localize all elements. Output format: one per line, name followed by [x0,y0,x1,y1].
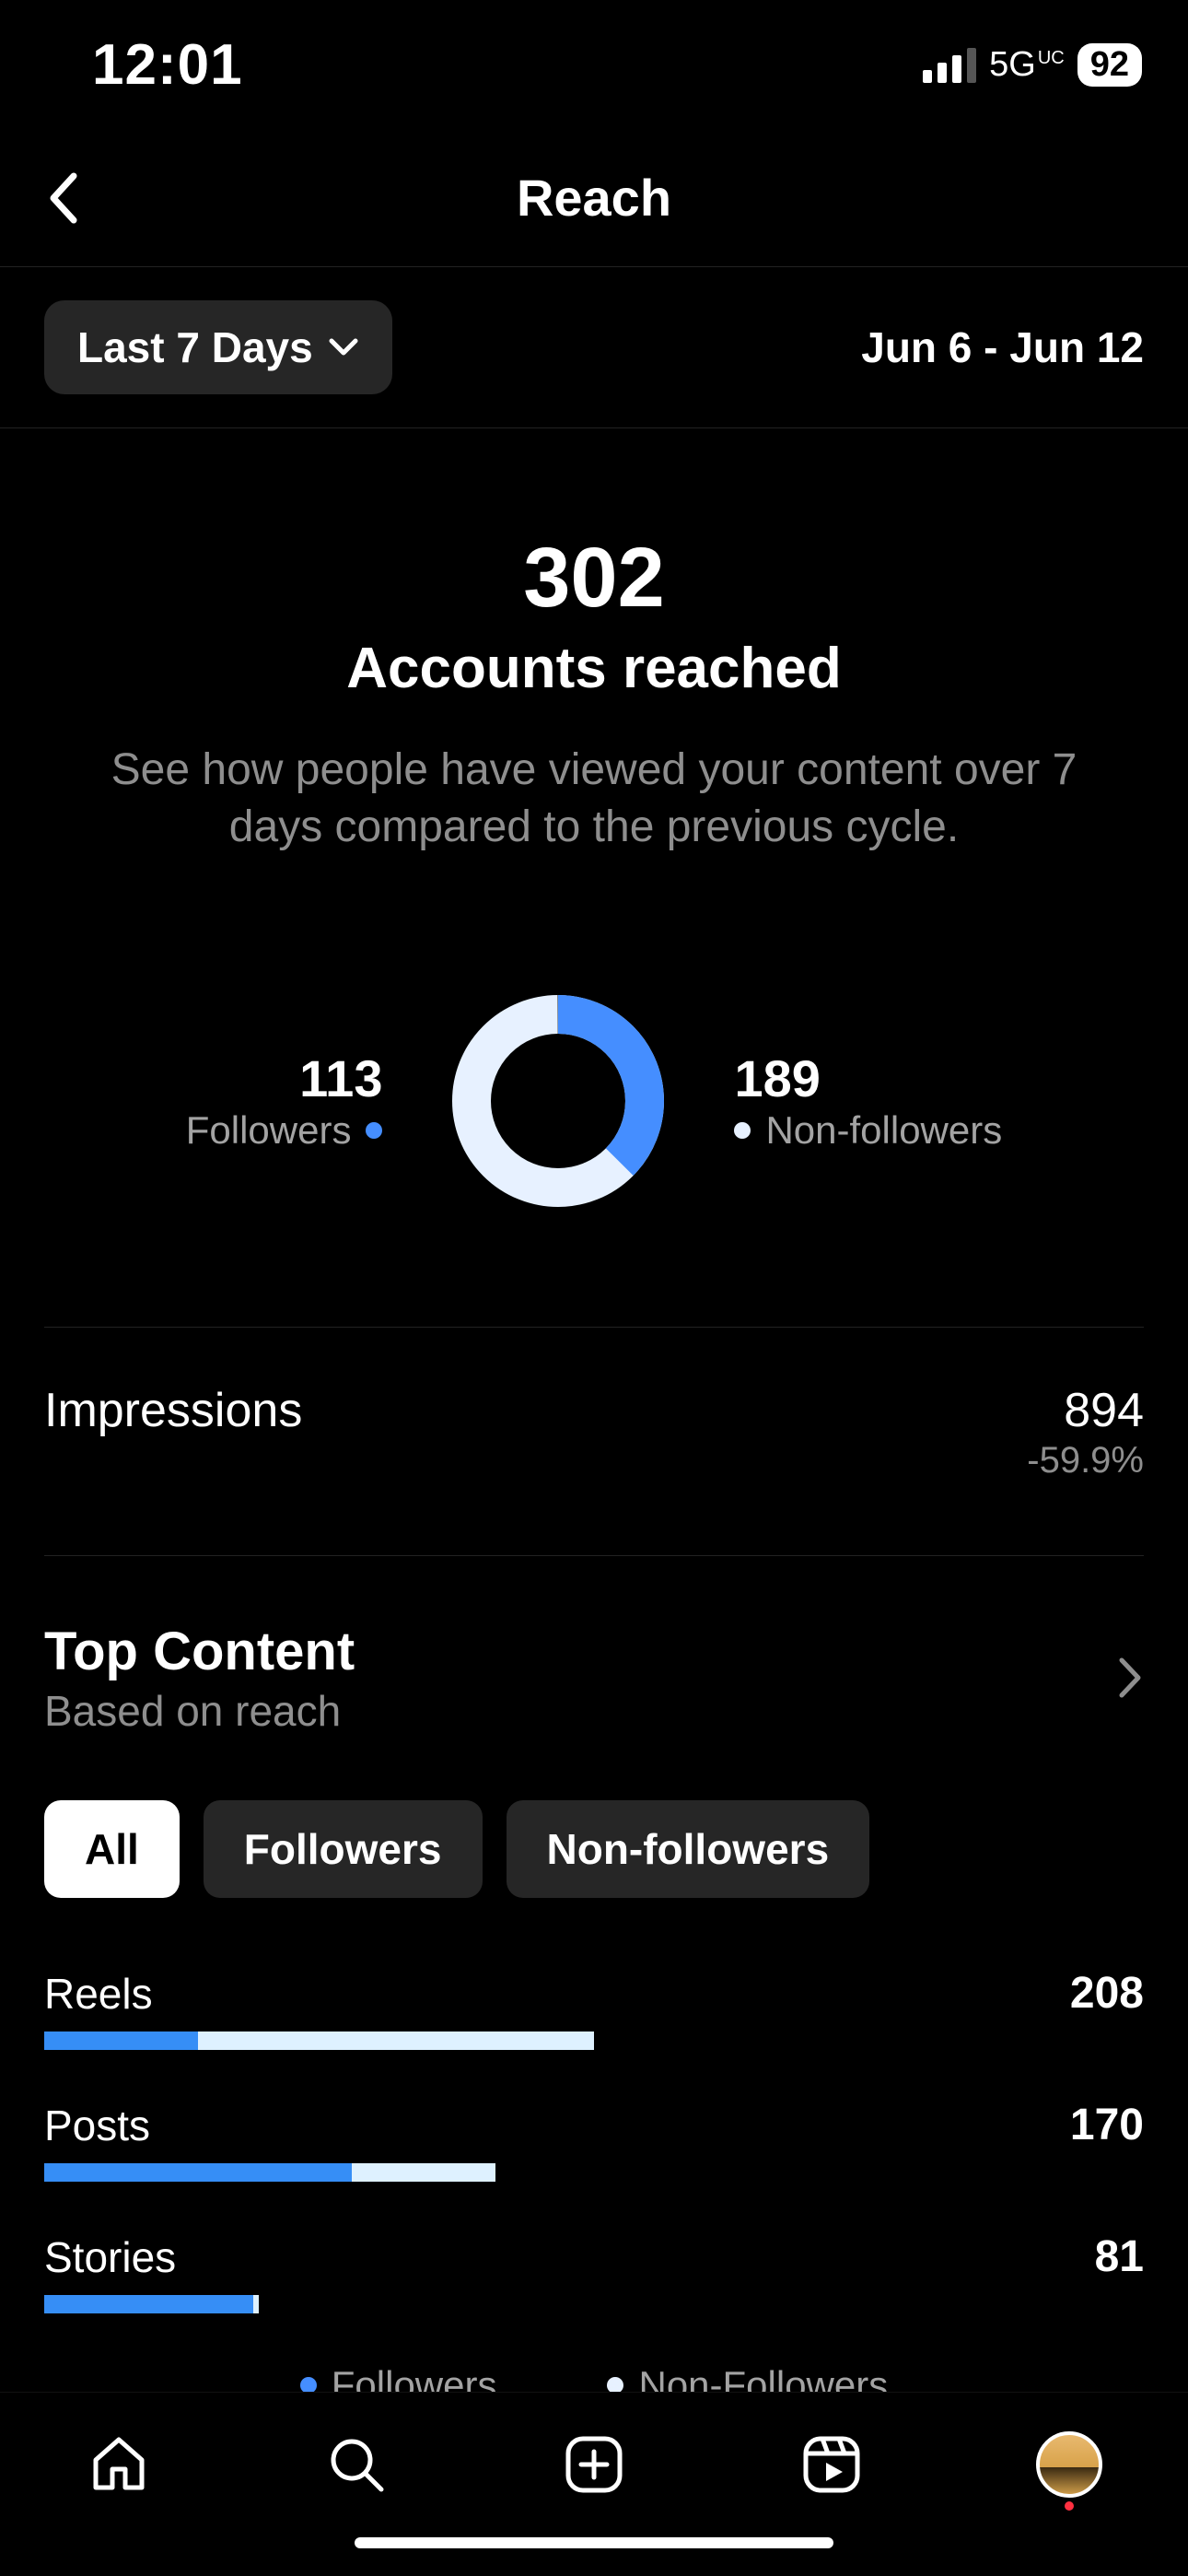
top-content-subtitle: Based on reach [44,1686,355,1736]
tab-profile[interactable] [1014,2418,1124,2511]
chevron-down-icon [328,337,359,357]
tab-create[interactable] [539,2418,649,2511]
nonfollowers-label: Non-followers [734,1108,1002,1153]
bar-row-reels: Reels 208 [44,1968,1144,2050]
summary-description: See how people have viewed your content … [78,742,1110,857]
bar-value: 81 [1095,2231,1144,2282]
page-title: Reach [517,168,671,228]
top-content-header[interactable]: Top Content Based on reach [44,1556,1144,1736]
plus-square-icon [561,2431,627,2498]
summary-section: 302 Accounts reached See how people have… [0,428,1188,857]
network-label: 5GUC [989,45,1065,85]
tab-followers[interactable]: Followers [204,1800,483,1898]
content-bars: Reels 208 Posts 170 Stories 81 [44,1968,1144,2313]
reels-icon [798,2431,865,2498]
bar-value: 208 [1070,1968,1144,2019]
nav-header: Reach [0,129,1188,267]
accounts-reached-value: 302 [0,530,1188,626]
followers-label: Followers [186,1108,383,1153]
tab-all[interactable]: All [44,1800,180,1898]
back-button[interactable] [37,170,92,226]
impressions-value: 894 [1027,1383,1144,1438]
tab-reels[interactable] [776,2418,887,2511]
bar-label: Posts [44,2101,150,2150]
bottom-tab-bar [0,2392,1188,2576]
period-label: Last 7 Days [77,322,313,372]
status-time: 12:01 [92,32,243,98]
accounts-reached-label: Accounts reached [0,636,1188,701]
audience-tabs: All Followers Non-followers [44,1800,1144,1898]
filter-row: Last 7 Days Jun 6 - Jun 12 [0,267,1188,428]
impressions-delta: -59.9% [1027,1440,1144,1481]
nonfollowers-value: 189 [734,1048,820,1108]
donut-chart [452,995,664,1207]
search-icon [324,2432,389,2497]
reach-breakdown-chart: 113 Followers 189 Non-followers [0,995,1188,1207]
nonfollowers-stat: 189 Non-followers [734,1048,1002,1153]
tab-home[interactable] [64,2418,174,2511]
battery-indicator: 92 [1077,43,1142,87]
home-indicator [355,2537,833,2548]
date-range: Jun 6 - Jun 12 [861,322,1144,372]
tab-nonfollowers[interactable]: Non-followers [507,1800,870,1898]
followers-value: 113 [299,1048,382,1108]
status-right: 5GUC 92 [923,43,1142,87]
avatar-icon [1036,2431,1102,2498]
cellular-signal-icon [923,46,976,83]
bar-label: Stories [44,2232,176,2282]
bar-row-stories: Stories 81 [44,2231,1144,2313]
bar-value: 170 [1070,2100,1144,2150]
impressions-label: Impressions [44,1383,302,1438]
period-selector[interactable]: Last 7 Days [44,300,392,394]
home-icon [87,2432,151,2497]
dot-icon [366,1122,382,1139]
dot-icon [734,1122,751,1139]
chevron-right-icon [1116,1655,1144,1701]
bar-label: Reels [44,1969,153,2019]
status-bar: 12:01 5GUC 92 [0,0,1188,129]
impressions-row[interactable]: Impressions 894 -59.9% [0,1328,1188,1555]
bar-row-posts: Posts 170 [44,2100,1144,2182]
tab-search[interactable] [301,2418,412,2511]
chevron-left-icon [46,170,83,226]
top-content-title: Top Content [44,1621,355,1682]
followers-stat: 113 Followers [186,1048,383,1153]
top-content-section: Top Content Based on reach All Followers… [0,1556,1188,2407]
